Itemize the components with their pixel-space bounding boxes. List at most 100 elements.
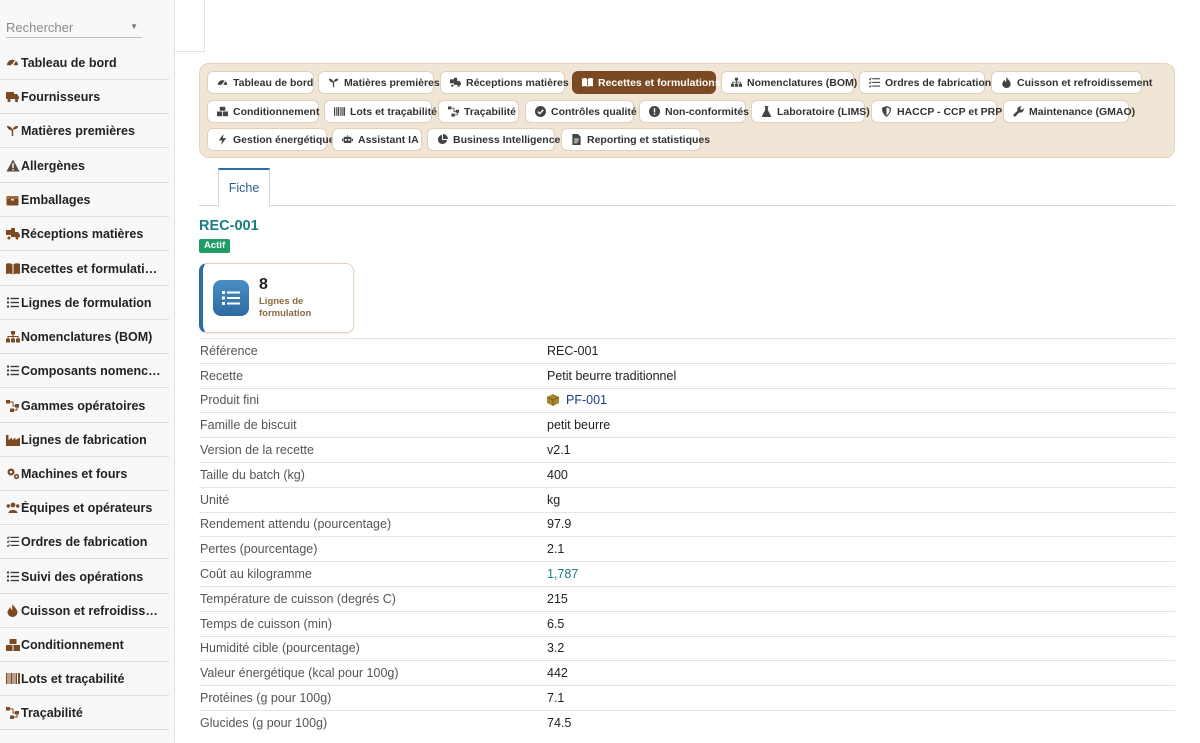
- field-label: Recette: [200, 368, 244, 383]
- field-row: Version de la recette v2.1: [199, 437, 1175, 462]
- sidebar-item-label: Nomenclatures (BOM): [21, 329, 153, 344]
- sidebar-item[interactable]: Emballages: [0, 183, 169, 217]
- field-value-text: 6.5: [547, 616, 565, 631]
- module-button-label: Lots et traçabilité: [350, 105, 437, 118]
- sidebar-item[interactable]: Matières premières: [0, 114, 169, 148]
- field-row: Taille du batch (kg) 400: [199, 461, 1175, 487]
- file-report-icon: [571, 134, 582, 145]
- module-button[interactable]: Ordres de fabrication: [859, 71, 991, 94]
- sidebar-item[interactable]: Allergènes: [0, 149, 169, 183]
- sidebar-item[interactable]: Conditionnement: [0, 628, 169, 662]
- checklist-icon: [869, 77, 880, 88]
- sidebar-item[interactable]: Ordres de fabrication: [0, 525, 169, 559]
- sidebar-item[interactable]: Lignes de fabrication: [0, 423, 169, 457]
- field-value-text: 1,787: [547, 567, 579, 582]
- module-button[interactable]: Traçabilité: [438, 100, 519, 123]
- field-value: 2.1: [547, 542, 564, 556]
- check-circle-icon: [535, 106, 546, 117]
- field-label: Valeur énergétique (kcal pour 100g): [200, 666, 399, 681]
- module-button[interactable]: Non-conformités: [639, 100, 749, 123]
- field-value-text: PF-001: [566, 393, 607, 408]
- sidebar-item[interactable]: Recettes et formulations: [0, 252, 169, 286]
- module-button[interactable]: Réceptions matières: [440, 71, 569, 94]
- sidebar-item-label: Lots et traçabilité: [21, 671, 125, 686]
- field-label: Référence: [200, 343, 258, 358]
- module-button[interactable]: Assistant IA: [332, 128, 422, 151]
- module-button[interactable]: Recettes et formulations: [572, 71, 721, 94]
- list-icon: [5, 569, 20, 584]
- sidebar-item[interactable]: Traçabilité: [0, 696, 169, 730]
- sidebar-item-label: Fournisseurs: [21, 89, 101, 104]
- module-button[interactable]: Gestion énergétique: [207, 128, 335, 151]
- field-value[interactable]: 1,787: [547, 567, 578, 581]
- field-value-text: Petit beurre traditionnel: [547, 368, 677, 383]
- sidebar-item[interactable]: Fournisseurs: [0, 80, 169, 114]
- stat-card-formulation-lines[interactable]: 8 Lignes de formulation: [199, 263, 354, 333]
- field-row: Humidité cible (pourcentage) 3.2: [199, 635, 1175, 661]
- search-select[interactable]: Rechercher ▼: [6, 14, 142, 38]
- sidebar-item-label: Gammes opératoires: [21, 398, 146, 413]
- sidebar-item[interactable]: Gammes opératoires: [0, 389, 169, 423]
- field-row: Température de cuisson (degrés C) 215: [199, 585, 1175, 611]
- module-button-label: Maintenance (GMAO): [1029, 105, 1136, 118]
- module-button[interactable]: Maintenance (GMAO): [1003, 100, 1135, 123]
- module-button[interactable]: Laboratoire (LIMS): [751, 100, 870, 123]
- field-label: Humidité cible (pourcentage): [200, 641, 360, 656]
- module-button[interactable]: HACCP - CCP et PRP: [871, 100, 1002, 123]
- sidebar-item[interactable]: Machines et fours: [0, 457, 169, 491]
- caret-down-icon: ▼: [130, 22, 138, 31]
- sidebar-item[interactable]: Tableau de bord: [0, 46, 169, 80]
- module-button[interactable]: Nomenclatures (BOM): [721, 71, 857, 94]
- field-row: Coût au kilogramme 1,787: [199, 561, 1175, 586]
- sidebar-item[interactable]: Composants nomenclature: [0, 354, 169, 388]
- field-label: Glucides (g pour 100g): [200, 715, 328, 730]
- field-value-text: 74.5: [547, 715, 572, 730]
- sidebar-item[interactable]: Lots et traçabilité: [0, 662, 169, 696]
- sidebar-item-label: Suivi des opérations: [21, 569, 144, 584]
- module-button[interactable]: Matières premières: [318, 71, 440, 94]
- seedling-icon: [328, 77, 339, 88]
- sidebar-item[interactable]: Cuisson et refroidissement: [0, 594, 169, 628]
- field-row: Temps de cuisson (min) 6.5: [199, 610, 1175, 636]
- module-button[interactable]: Contrôles qualité: [525, 100, 637, 123]
- module-button[interactable]: Cuisson et refroidissement: [991, 71, 1152, 94]
- sidebar-item[interactable]: Suivi des opérations: [0, 560, 169, 594]
- module-button-label: Contrôles qualité: [551, 105, 637, 118]
- route-icon: [5, 705, 20, 720]
- field-value-text: petit beurre: [547, 418, 611, 433]
- sidebar-item[interactable]: Nomenclatures (BOM): [0, 320, 169, 354]
- module-button[interactable]: Reporting et statistiques: [561, 128, 710, 151]
- module-button-label: Réceptions matières: [466, 76, 569, 89]
- module-button[interactable]: Lots et traçabilité: [324, 100, 437, 123]
- module-button-label: Cuisson et refroidissement: [1017, 76, 1153, 89]
- field-label: Temps de cuisson (min): [200, 616, 332, 631]
- list-icon: [5, 295, 20, 310]
- sidebar-item-label: Traçabilité: [21, 705, 83, 720]
- field-value: petit beurre: [547, 418, 610, 432]
- field-value-text: kg: [547, 492, 561, 507]
- module-button-label: Ordres de fabrication: [885, 76, 992, 89]
- field-label: Unité: [200, 492, 230, 507]
- industry-icon: [5, 432, 20, 447]
- bolt-icon: [217, 134, 228, 145]
- sidebar-item-label: Machines et fours: [21, 466, 128, 481]
- tabs-divider: [199, 205, 1175, 206]
- module-button[interactable]: Conditionnement: [207, 100, 319, 123]
- flask-icon: [761, 106, 772, 117]
- field-value: 6.5: [547, 617, 564, 631]
- sidebar-item[interactable]: Équipes et opérateurs: [0, 491, 169, 525]
- sidebar-item[interactable]: Lignes de formulation: [0, 286, 169, 320]
- module-button[interactable]: Tableau de bord: [207, 71, 314, 94]
- field-label: Version de la recette: [200, 443, 314, 458]
- sidebar-item[interactable]: Réceptions matières: [0, 217, 169, 251]
- field-row: Rendement attendu (pourcentage) 97.9: [199, 511, 1175, 537]
- module-button[interactable]: Business Intelligence: [427, 128, 560, 151]
- field-value: 215: [547, 592, 568, 606]
- sitemap-icon: [731, 77, 742, 88]
- book-icon: [5, 261, 20, 276]
- sidebar-item-label: Réceptions matières: [21, 226, 144, 241]
- field-value-text: REC-001: [547, 343, 599, 358]
- field-value[interactable]: PF-001: [547, 393, 607, 407]
- tab-fiche[interactable]: Fiche: [218, 168, 270, 206]
- header-corner: [175, 0, 205, 52]
